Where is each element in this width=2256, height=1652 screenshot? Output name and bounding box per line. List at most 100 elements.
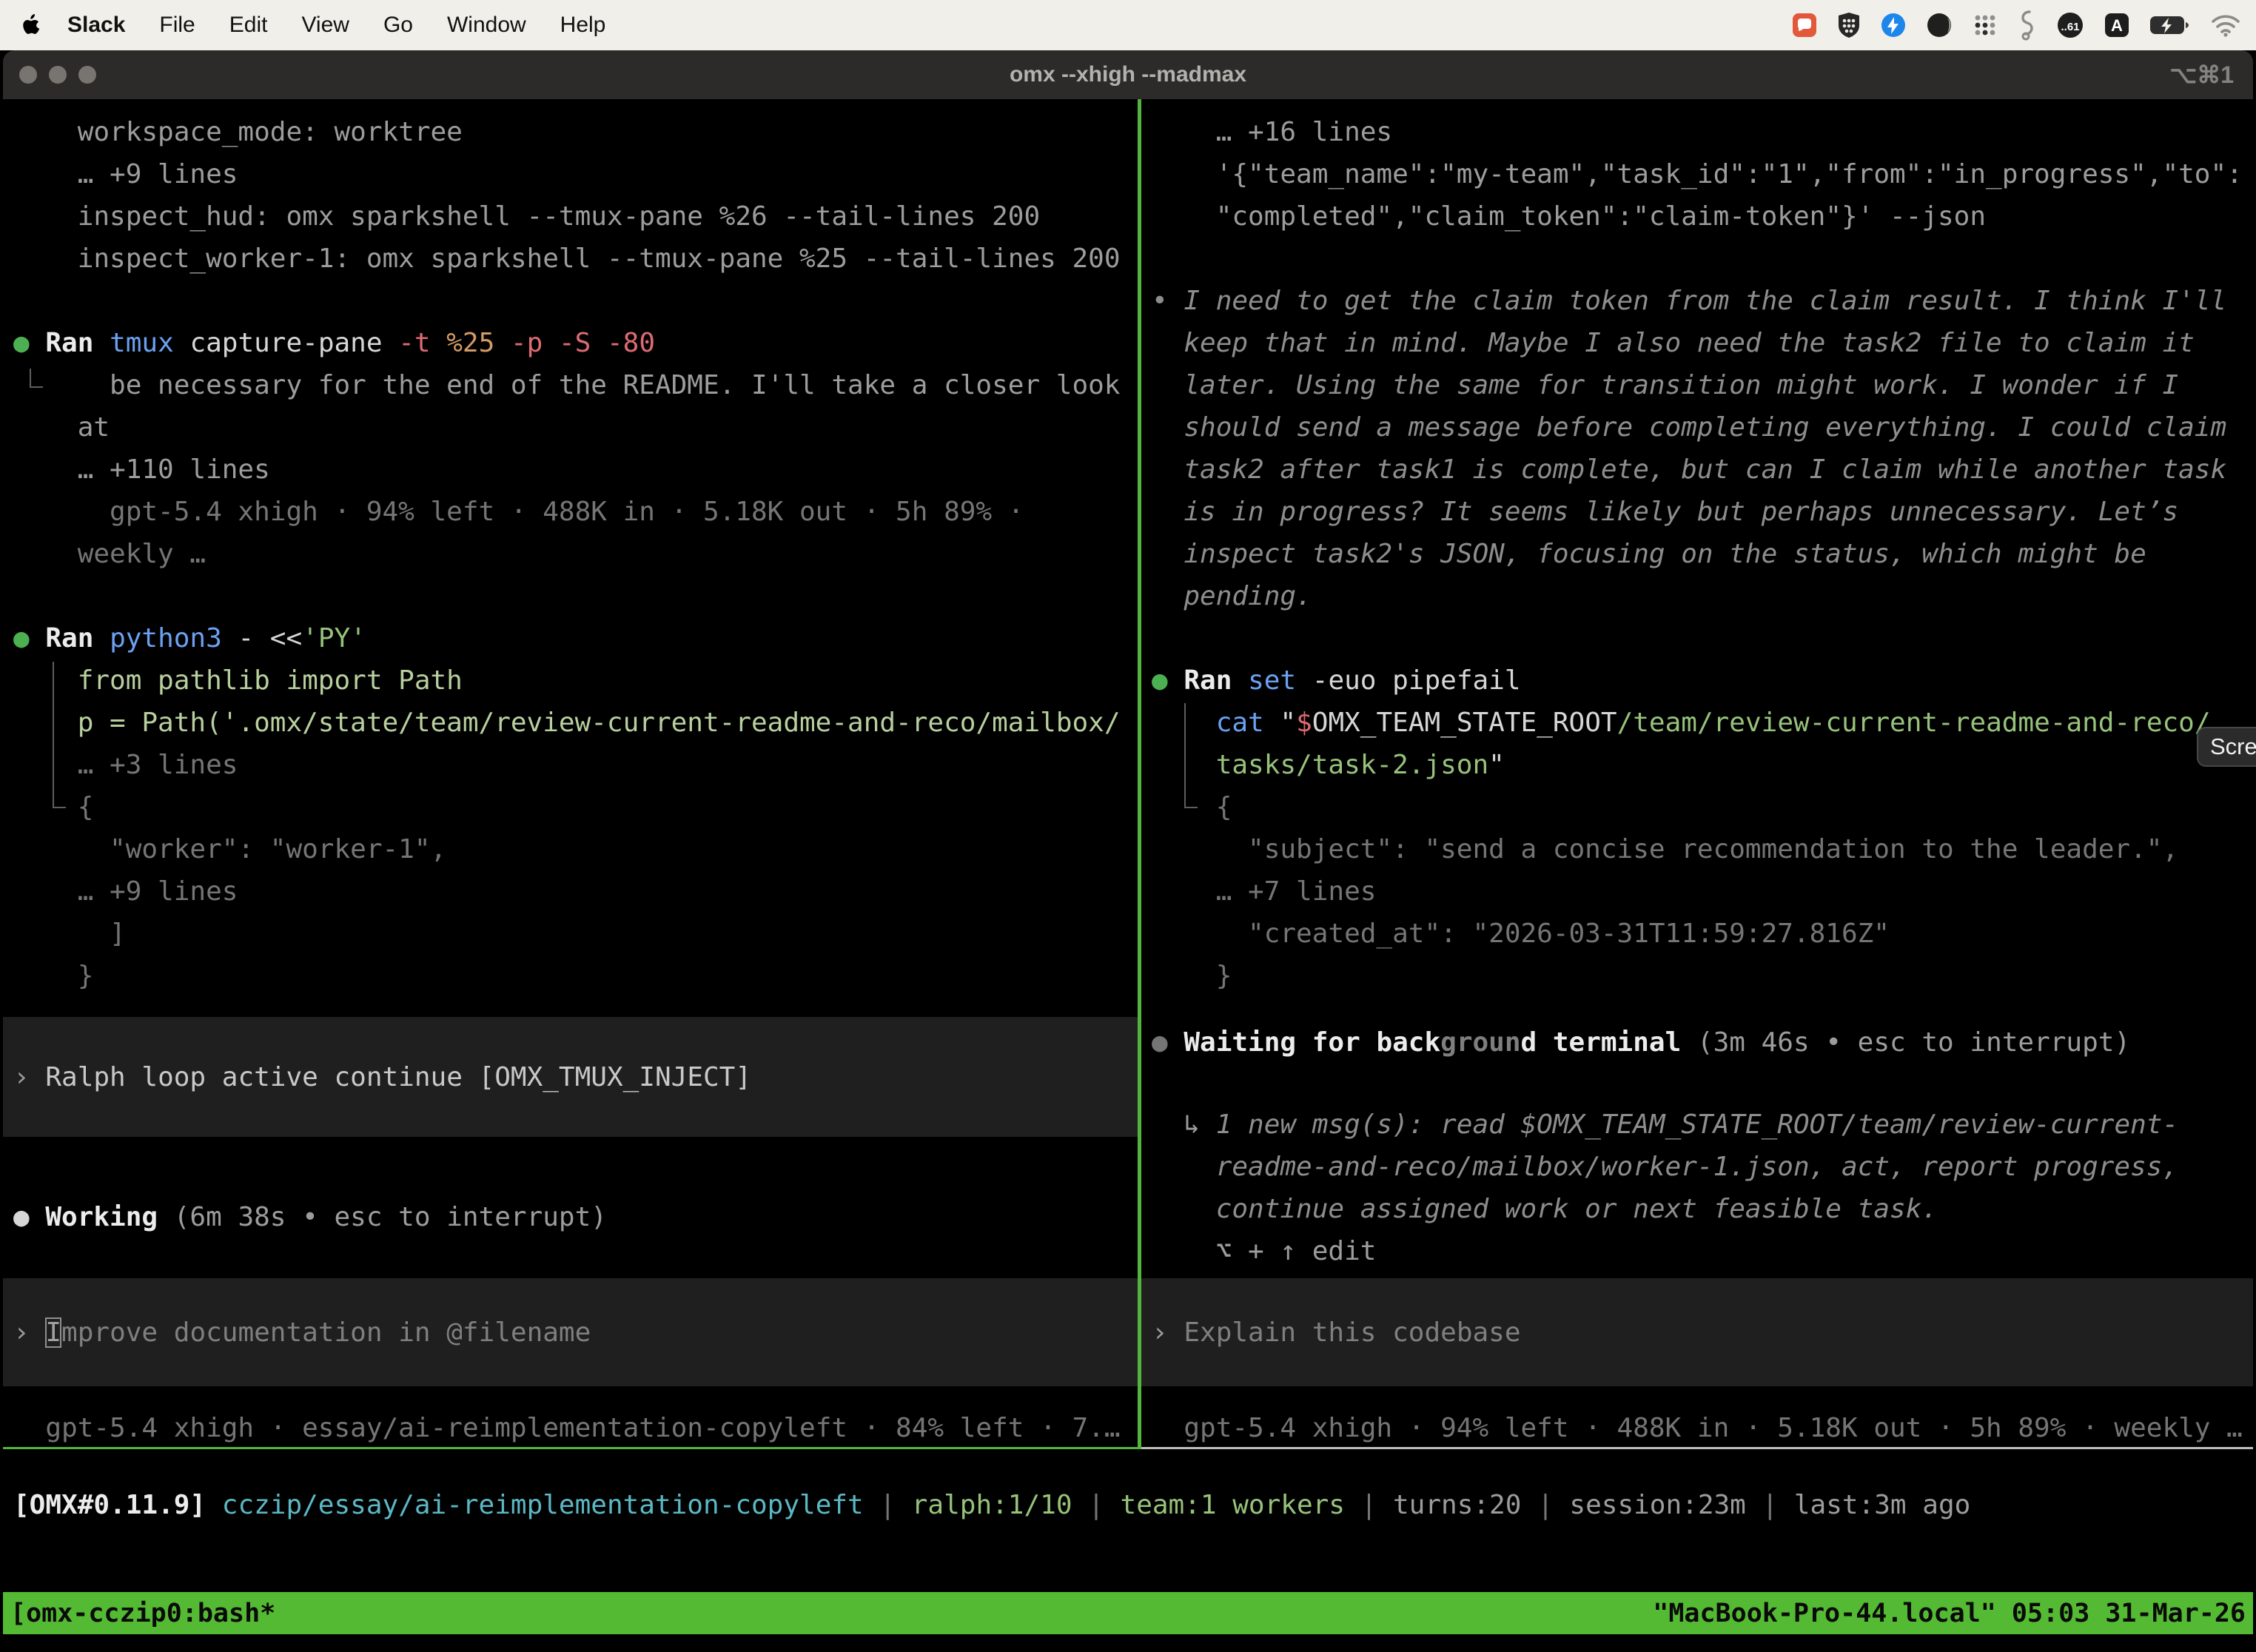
spacer	[3, 1137, 1138, 1196]
spacer	[1141, 997, 2253, 1021]
input-band[interactable]: › Explain this codebase	[1141, 1278, 2253, 1386]
terminal-line: … +16 lines	[1141, 111, 2253, 153]
tmux-status-bar: [omx-cczip0:bash* "MacBook-Pro-44.local"…	[3, 1592, 2253, 1634]
right-terminal-pane[interactable]: … +16 lines'{"team_name":"my-team","task…	[1141, 99, 2253, 1449]
privacy-shield-icon[interactable]	[1837, 12, 1861, 38]
output-connector	[1184, 703, 1198, 808]
terminal-line: task2 after task1 is complete, but can I…	[1141, 449, 2253, 491]
input-source-icon[interactable]: A	[2104, 12, 2130, 38]
terminal-line: is in progress? It seems likely but perh…	[1141, 491, 2253, 533]
svg-text:..61: ..61	[2061, 21, 2079, 33]
terminal-line: inspect_worker-1: omx sparkshell --tmux-…	[3, 238, 1138, 280]
window-title: omx --xhigh --madmax	[3, 62, 2253, 87]
terminal-window: omx --xhigh --madmax ⌥⌘1 workspace_mode:…	[3, 50, 2253, 1652]
terminal-line: … +3 lines	[3, 744, 1138, 786]
desktop: Slack File Edit View Go Window Help	[0, 0, 2256, 1652]
input-band[interactable]: › Improve documentation in @filename	[3, 1278, 1138, 1386]
terminal-line: ]	[3, 913, 1138, 955]
tmux-session-label: [omx-cczip0:bash*	[10, 1599, 275, 1628]
terminal-line: inspect task2's JSON, focusing on the st…	[1141, 533, 2253, 575]
wifi-icon[interactable]	[2210, 13, 2241, 37]
tmux-host-clock: "MacBook-Pro-44.local" 05:03 31-Mar-26	[1653, 1599, 2246, 1628]
terminal-line: }	[3, 955, 1138, 997]
terminal-line: }	[1141, 955, 2253, 997]
terminal-line: cat "$OMX_TEAM_STATE_ROOT/team/review-cu…	[1141, 702, 2253, 744]
terminal-line: keep that in mind. Maybe I also need the…	[1141, 322, 2253, 364]
menu-bar: Slack File Edit View Go Window Help	[0, 0, 2256, 50]
terminal-line: … +9 lines	[3, 870, 1138, 913]
hook-icon[interactable]	[2018, 10, 2037, 41]
terminal-line: "subject": "send a concise recommendatio…	[1141, 828, 2253, 870]
menu-edit[interactable]: Edit	[212, 13, 285, 38]
terminal-line	[1141, 238, 2253, 280]
menu-app-name[interactable]: Slack	[50, 13, 142, 38]
terminal-line: tasks/task-2.json"	[1141, 744, 2253, 786]
spacer	[1141, 1386, 2253, 1407]
terminal-line: gpt-5.4 xhigh · 94% left · 488K in · 5.1…	[3, 491, 1138, 533]
battery-icon[interactable]	[2149, 15, 2191, 36]
thinking-text: • I need to get the claim token from the…	[1141, 280, 2253, 322]
input-band[interactable]: › Ralph loop active continue [OMX_TMUX_I…	[3, 1017, 1138, 1137]
terminal-line: … +9 lines	[3, 153, 1138, 195]
composer-input[interactable]: › Explain this codebase	[1141, 1312, 1521, 1354]
menu-window[interactable]: Window	[430, 13, 543, 38]
terminal-line: be necessary for the end of the README. …	[3, 364, 1138, 406]
command-line-tmux-capture: ● Ran tmux capture-pane -t %25 -p -S -80	[3, 322, 1138, 364]
mailbox-message: ↳ 1 new msg(s): read $OMX_TEAM_STATE_ROO…	[1141, 1104, 2253, 1146]
pie-badge-icon[interactable]	[1926, 12, 1953, 38]
left-terminal-pane[interactable]: workspace_mode: worktree… +9 linesinspec…	[3, 99, 1138, 1449]
terminal-line: readme-and-reco/mailbox/worker-1.json, a…	[1141, 1146, 2253, 1188]
waiting-status-line: ● Waiting for background terminal (3m 46…	[1141, 1021, 2253, 1064]
terminal-line: weekly …	[3, 533, 1138, 575]
percent-badge-icon[interactable]: ..61	[2056, 11, 2084, 39]
composer-input[interactable]: › Improve documentation in @filename	[3, 1312, 591, 1354]
terminal-line: {	[3, 786, 1138, 828]
terminal-line: should send a message before completing …	[1141, 406, 2253, 449]
tmux-panes: workspace_mode: worktree… +9 linesinspec…	[3, 99, 2253, 1449]
output-connector	[30, 369, 43, 388]
title-bar[interactable]: omx --xhigh --madmax ⌥⌘1	[3, 50, 2253, 99]
command-line-pipefail: ● Ran set -euo pipefail	[1141, 659, 2253, 702]
spacer	[1141, 1064, 2253, 1104]
window-shortcut-badge: ⌥⌘1	[2169, 61, 2234, 89]
menu-file[interactable]: File	[142, 13, 212, 38]
menu-go[interactable]: Go	[366, 13, 430, 38]
command-line-python: ● Ran python3 - <<'PY'	[3, 617, 1138, 659]
terminal-line: "worker": "worker-1",	[3, 828, 1138, 870]
spacer	[3, 997, 1138, 1017]
working-status-line: ● Working (6m 38s • esc to interrupt)	[3, 1196, 1138, 1238]
apple-menu-icon[interactable]	[21, 14, 40, 36]
session-status-line: gpt-5.4 xhigh · 94% left · 488K in · 5.1…	[1141, 1407, 2253, 1449]
menu-view[interactable]: View	[284, 13, 366, 38]
terminal-line: … +110 lines	[3, 449, 1138, 491]
terminal-line	[3, 575, 1138, 617]
terminal-line: p = Path('.omx/state/team/review-current…	[3, 702, 1138, 744]
menu-help[interactable]: Help	[543, 13, 623, 38]
terminal-line: pending.	[1141, 575, 2253, 617]
terminal-line: "created_at": "2026-03-31T11:59:27.816Z"	[1141, 913, 2253, 955]
screenshot-tooltip: Scre	[2197, 727, 2256, 767]
omx-status-line: [OMX#0.11.9] cczip/essay/ai-reimplementa…	[3, 1484, 2253, 1526]
session-status-line: gpt-5.4 xhigh · essay/ai-reimplementatio…	[3, 1407, 1138, 1449]
inject-banner[interactable]: › Ralph loop active continue [OMX_TMUX_I…	[3, 1056, 751, 1098]
messenger-icon[interactable]	[1880, 12, 1907, 38]
terminal-line: continue assigned work or next feasible …	[1141, 1188, 2253, 1230]
terminal-line: at	[3, 406, 1138, 449]
menu-items: Slack File Edit View Go Window Help	[0, 13, 622, 38]
output-connector	[53, 662, 66, 808]
menu-status-icons: ..61 A	[1791, 10, 2256, 41]
terminal-line: … +7 lines	[1141, 870, 2253, 913]
terminal-line: workspace_mode: worktree	[3, 111, 1138, 153]
terminal-line: later. Using the same for transition mig…	[1141, 364, 2253, 406]
screen-recording-icon[interactable]	[1791, 12, 1818, 38]
terminal-line: '{"team_name":"my-team","task_id":"1","f…	[1141, 153, 2253, 195]
terminal-line: inspect_hud: omx sparkshell --tmux-pane …	[3, 195, 1138, 238]
terminal-line: "completed","claim_token":"claim-token"}…	[1141, 195, 2253, 238]
spacer	[3, 1386, 1138, 1407]
app-grid-icon[interactable]	[1972, 12, 1998, 38]
svg-text:A: A	[2111, 16, 2123, 35]
spacer	[3, 1238, 1138, 1278]
spacer	[1141, 1272, 2253, 1278]
terminal-line	[1141, 617, 2253, 659]
terminal-line: {	[1141, 786, 2253, 828]
